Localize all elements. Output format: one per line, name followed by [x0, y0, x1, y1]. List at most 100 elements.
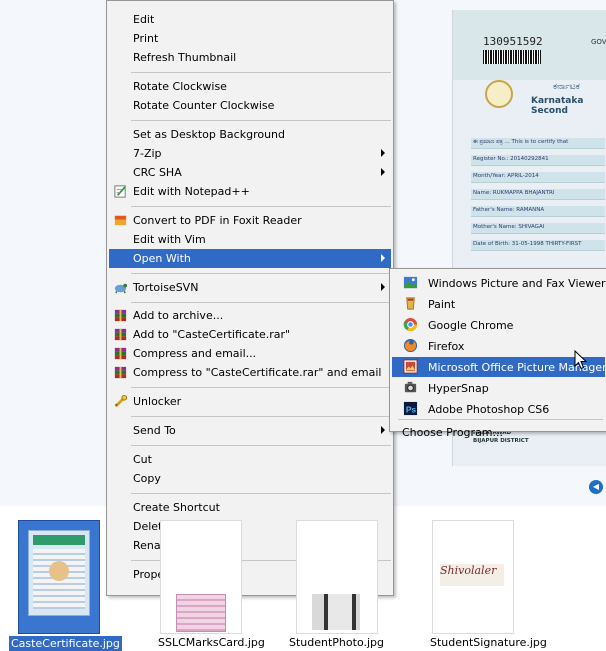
menu-item-label: Edit with Vim	[133, 233, 206, 246]
thumbnail-image	[312, 594, 360, 630]
open-with-item-label: Google Chrome	[428, 319, 514, 332]
menu-separator	[131, 445, 391, 446]
submenu-separator	[398, 419, 603, 420]
menu-item-label: Compress to "CasteCertificate.rar" and e…	[133, 366, 382, 379]
context-menu: Edit Print Refresh Thumbnail Rotate Clockwi…	[106, 0, 394, 596]
notepadpp-icon	[113, 184, 128, 199]
menu-item-print[interactable]: Print	[109, 29, 391, 48]
thumbnail-caste-certificate[interactable]	[18, 520, 100, 634]
menu-item-label: Add to archive...	[133, 309, 224, 322]
menu-item-edit[interactable]: Edit	[109, 10, 391, 29]
menu-item-7-zip[interactable]: 7-Zip	[109, 144, 391, 163]
winrar-icon	[113, 327, 128, 342]
certificate-kannada-title: ಕರ್ನಾಟಕ	[553, 82, 580, 92]
open-with-item-hypersnap[interactable]: HyperSnap	[392, 378, 605, 398]
file-name-label[interactable]: CasteCertificate.jpg	[8, 635, 123, 651]
open-with-item-label: Firefox	[428, 340, 465, 353]
certificate-row-text: Register No.: 20140292841	[473, 156, 549, 162]
menu-item-label: Copy	[133, 472, 161, 485]
signature-image: Shivolaler	[440, 564, 504, 586]
menu-item-label: Add to "CasteCertificate.rar"	[133, 328, 291, 341]
hypersnap-icon	[403, 380, 419, 396]
seal-icon	[485, 80, 513, 108]
certificate-row-text: ಈ ಪ್ರಮಾಣ ಪತ್ರ ... This is to certify tha…	[473, 139, 569, 145]
menu-item-copy[interactable]: Copy	[109, 469, 391, 488]
menu-item-cut[interactable]: Cut	[109, 450, 391, 469]
menu-item-label: Set as Desktop Background	[133, 128, 286, 141]
picture-viewer-icon	[403, 275, 419, 291]
thumbnail-image	[176, 594, 226, 632]
open-with-item-choose-program[interactable]: Choose Program...	[392, 422, 605, 442]
menu-item-tortoisesvn[interactable]: TortoiseSVN	[109, 278, 391, 297]
menu-item-label: Open With	[133, 252, 191, 265]
menu-item-label: Edit	[133, 13, 155, 26]
certificate-gov-text: GOV	[591, 38, 606, 46]
unlocker-icon	[113, 394, 128, 409]
open-with-item-label: Choose Program...	[402, 426, 504, 439]
certificate-number: 130951592	[483, 35, 543, 48]
menu-separator	[131, 273, 391, 274]
winrar-icon	[113, 346, 128, 361]
menu-item-set-as-desktop-background[interactable]: Set as Desktop Background	[109, 125, 391, 144]
menu-item-create-shortcut[interactable]: Create Shortcut	[109, 498, 391, 517]
menu-item-label: CRC SHA	[133, 166, 182, 179]
menu-item-label: Edit with Notepad++	[133, 185, 250, 198]
menu-item-open-with[interactable]: Open With	[109, 249, 391, 268]
open-with-item-label: Paint	[428, 298, 456, 311]
office-picture-manager-icon	[403, 359, 419, 375]
certificate-board-title: Karnataka Second	[531, 96, 584, 116]
menu-separator	[131, 302, 391, 303]
thumbnail-student-signature[interactable]: Shivolaler	[432, 520, 514, 634]
submenu-arrow-icon	[381, 149, 385, 157]
menu-item-label: 7-Zip	[133, 147, 162, 160]
certificate-row-text: Name: RUKMAPPA BHAJANTRI	[473, 190, 555, 196]
submenu-arrow-icon	[381, 283, 385, 291]
certificate-row-text: Father's Name: RAMANNA	[473, 207, 545, 213]
file-name-label[interactable]: StudentSignature.jpg	[430, 636, 547, 649]
menu-item-send-to[interactable]: Send To	[109, 421, 391, 440]
tortoisesvn-icon	[113, 280, 128, 295]
menu-item-unlocker[interactable]: Unlocker	[109, 392, 391, 411]
certificate-row-text: Mother's Name: SHIVAGAI	[473, 224, 545, 230]
thumbnail-sslc-marks-card[interactable]	[160, 520, 242, 634]
menu-item-label: Convert to PDF in Foxit Reader	[133, 214, 302, 227]
firefox-icon	[403, 338, 419, 354]
open-with-item-windows-picture-and-fax-viewer[interactable]: Windows Picture and Fax Viewer	[392, 273, 606, 293]
menu-separator	[131, 387, 391, 388]
previous-image-icon[interactable]: ◀	[589, 480, 603, 494]
menu-item-label: Create Shortcut	[133, 501, 220, 514]
menu-item-label: Rotate Counter Clockwise	[133, 99, 275, 112]
winrar-icon	[113, 308, 128, 323]
winrar-icon	[113, 365, 128, 380]
file-name-label[interactable]: StudentPhoto.jpg	[289, 636, 384, 649]
menu-item-label: TortoiseSVN	[133, 281, 199, 294]
open-with-item-google-chrome[interactable]: Google Chrome	[392, 315, 605, 335]
menu-item-label: Compress and email...	[133, 347, 257, 360]
menu-item-crc-sha[interactable]: CRC SHA	[109, 163, 391, 182]
menu-item-edit-with-vim[interactable]: Edit with Vim	[109, 230, 391, 249]
menu-item-rotate-counter-clockwise[interactable]: Rotate Counter Clockwise	[109, 96, 391, 115]
file-name-label[interactable]: SSLCMarksCard.jpg	[158, 636, 265, 649]
certificate-row-text: Date of Birth: 31-05-1998 THIRTY-FIRST	[473, 241, 582, 247]
menu-item-compress-and-email[interactable]: Compress and email...	[109, 344, 391, 363]
open-with-item-paint[interactable]: Paint	[392, 294, 605, 314]
menu-item-edit-with-notepad[interactable]: Edit with Notepad++	[109, 182, 391, 201]
photoshop-icon: Ps	[403, 401, 419, 417]
menu-item-add-to-castecertificate-rar[interactable]: Add to "CasteCertificate.rar"	[109, 325, 391, 344]
certificate-row-text: Month/Year: APRIL-2014	[473, 173, 539, 179]
menu-item-label: Unlocker	[133, 395, 182, 408]
thumbnail-student-photo[interactable]	[296, 520, 378, 634]
barcode	[483, 50, 541, 64]
menu-item-rotate-clockwise[interactable]: Rotate Clockwise	[109, 77, 391, 96]
menu-item-add-to-archive[interactable]: Add to archive...	[109, 306, 391, 325]
submenu-arrow-icon	[381, 254, 385, 262]
open-with-item-label: HyperSnap	[428, 382, 489, 395]
svg-text:Ps: Ps	[406, 404, 417, 414]
menu-separator	[131, 120, 391, 121]
foxit-icon	[113, 213, 128, 228]
menu-item-compress-to-castecertificate-rar-and-email[interactable]: Compress to "CasteCertificate.rar" and e…	[109, 363, 391, 382]
open-with-item-adobe-photoshop-cs6[interactable]: Ps Adobe Photoshop CS6	[392, 399, 605, 419]
menu-item-convert-to-pdf-in-foxit-reader[interactable]: Convert to PDF in Foxit Reader	[109, 211, 391, 230]
menu-item-refresh-thumbnail[interactable]: Refresh Thumbnail	[109, 48, 391, 67]
submenu-arrow-icon	[381, 426, 385, 434]
